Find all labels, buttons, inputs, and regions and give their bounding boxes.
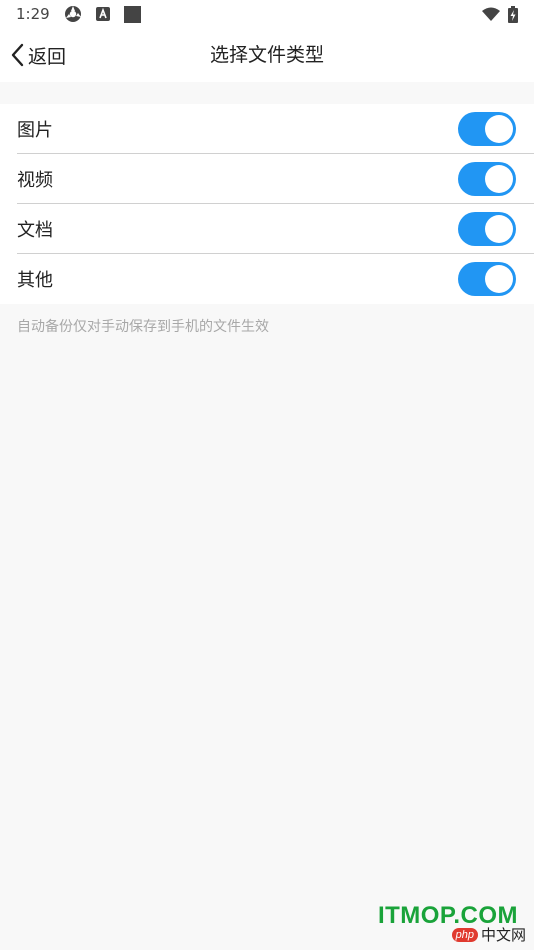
list-item-images: 图片 — [0, 104, 534, 154]
back-label: 返回 — [28, 45, 67, 68]
toggle-knob — [485, 165, 513, 193]
status-left: 1:29 — [16, 5, 141, 23]
back-button[interactable]: 返回 — [10, 28, 66, 82]
chevron-left-icon — [10, 43, 26, 67]
documents-toggle[interactable] — [458, 212, 516, 246]
status-time: 1:29 — [16, 5, 50, 23]
images-toggle[interactable] — [458, 112, 516, 146]
sync-icon — [64, 5, 82, 23]
watermark-site-label: 中文网 — [480, 926, 526, 944]
page-title: 选择文件类型 — [209, 44, 324, 66]
list-item-documents: 文档 — [0, 204, 534, 254]
list-item-label: 视频 — [17, 170, 53, 191]
status-right — [482, 5, 518, 23]
toggle-knob — [485, 115, 513, 143]
list-item-other: 其他 — [0, 254, 534, 304]
watermark-php-tag: php — [451, 927, 478, 942]
toggle-knob — [485, 265, 513, 293]
watermark-logo: ITMOP.COM php 中文网 — [356, 902, 526, 948]
nav-bar: 选择文件类型 返回 — [0, 28, 534, 82]
file-type-list: 图片 视频 文档 其他 — [0, 104, 534, 304]
list-item-label: 图片 — [17, 120, 53, 141]
toggle-knob — [485, 215, 513, 243]
videos-toggle[interactable] — [458, 162, 516, 196]
wifi-icon — [482, 7, 500, 21]
list-item-videos: 视频 — [0, 154, 534, 204]
other-toggle[interactable] — [458, 262, 516, 296]
status-bar: 1:29 — [0, 0, 534, 28]
backup-hint-text: 自动备份仅对手动保存到手机的文件生效 — [17, 319, 269, 335]
a-badge-icon — [95, 7, 110, 21]
square-icon — [123, 5, 141, 23]
list-item-label: 其他 — [17, 270, 53, 291]
battery-charging-icon — [508, 5, 518, 23]
list-item-label: 文档 — [17, 220, 53, 241]
watermark-sub: php 中文网 — [451, 924, 526, 945]
